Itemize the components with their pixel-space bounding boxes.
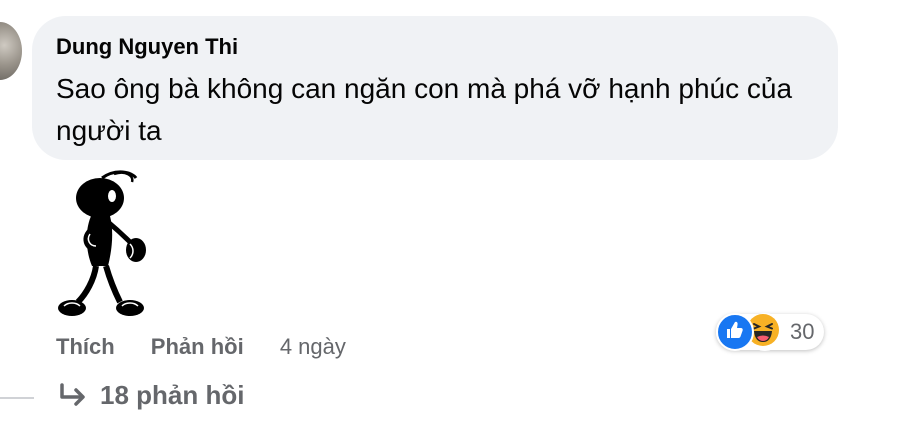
comment-text: Sao ông bà không can ngăn con mà phá vỡ … xyxy=(56,73,793,146)
like-link[interactable]: Thích xyxy=(56,334,115,360)
comment-author[interactable]: Dung Nguyen Thi xyxy=(56,34,238,60)
like-icon xyxy=(716,313,754,351)
reaction-count: 30 xyxy=(790,319,815,344)
reaction-summary[interactable]: 30 xyxy=(716,313,825,351)
black-stick-figure-sticker xyxy=(58,170,146,316)
replies-count-label: 18 phản hồi xyxy=(100,380,245,410)
avatar[interactable] xyxy=(0,22,22,80)
comment-timestamp[interactable]: 4 ngày xyxy=(280,334,346,360)
comment-actions: Thích Phản hồi 4 ngày xyxy=(56,334,346,360)
thread-line xyxy=(0,397,34,399)
view-replies-link[interactable]: 18 phản hồi xyxy=(58,380,244,411)
reply-link[interactable]: Phản hồi xyxy=(151,334,244,360)
reply-arrow-icon xyxy=(60,382,85,406)
